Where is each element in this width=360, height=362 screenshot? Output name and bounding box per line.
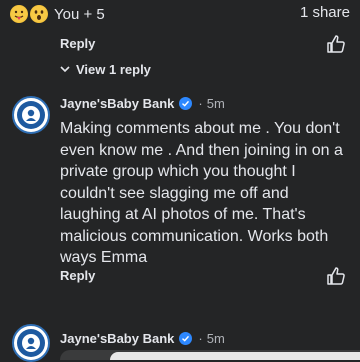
avatar-logo-icon	[17, 101, 45, 129]
like-icon[interactable]	[326, 34, 346, 59]
verified-badge-icon	[179, 97, 193, 110]
view-replies-label: View 1 reply	[76, 62, 151, 77]
reaction-summary[interactable]: You + 5	[10, 3, 105, 25]
chevron-down-icon	[60, 66, 70, 73]
comment-time[interactable]: 5m	[207, 331, 225, 346]
like-icon[interactable]	[326, 266, 346, 291]
view-replies-button[interactable]: View 1 reply	[60, 62, 151, 77]
comment-header: Jayne'sBaby Bank · 5m	[60, 331, 225, 346]
author-name[interactable]: Jayne'sBaby Bank	[60, 96, 174, 111]
share-count[interactable]: 1 share	[300, 4, 350, 21]
reaction-count: You + 5	[54, 5, 105, 23]
separator-dot: ·	[198, 96, 203, 111]
image-attachment[interactable]	[110, 352, 360, 360]
reply-button[interactable]: Reply	[60, 36, 95, 51]
verified-badge-icon	[179, 332, 193, 345]
avatar-logo-icon	[17, 329, 45, 357]
avatar[interactable]	[12, 96, 50, 134]
care-emoji-icon	[10, 5, 28, 23]
avatar[interactable]	[12, 324, 50, 362]
author-name[interactable]: Jayne'sBaby Bank	[60, 331, 174, 346]
comment-text: Making comments about me . You don't eve…	[60, 120, 343, 266]
reply-button[interactable]: Reply	[60, 268, 95, 283]
separator-dot: ·	[198, 331, 203, 346]
wow-emoji-icon	[30, 5, 48, 23]
comment-time[interactable]: 5m	[207, 96, 225, 111]
comment-header: Jayne'sBaby Bank · 5m	[60, 96, 225, 111]
